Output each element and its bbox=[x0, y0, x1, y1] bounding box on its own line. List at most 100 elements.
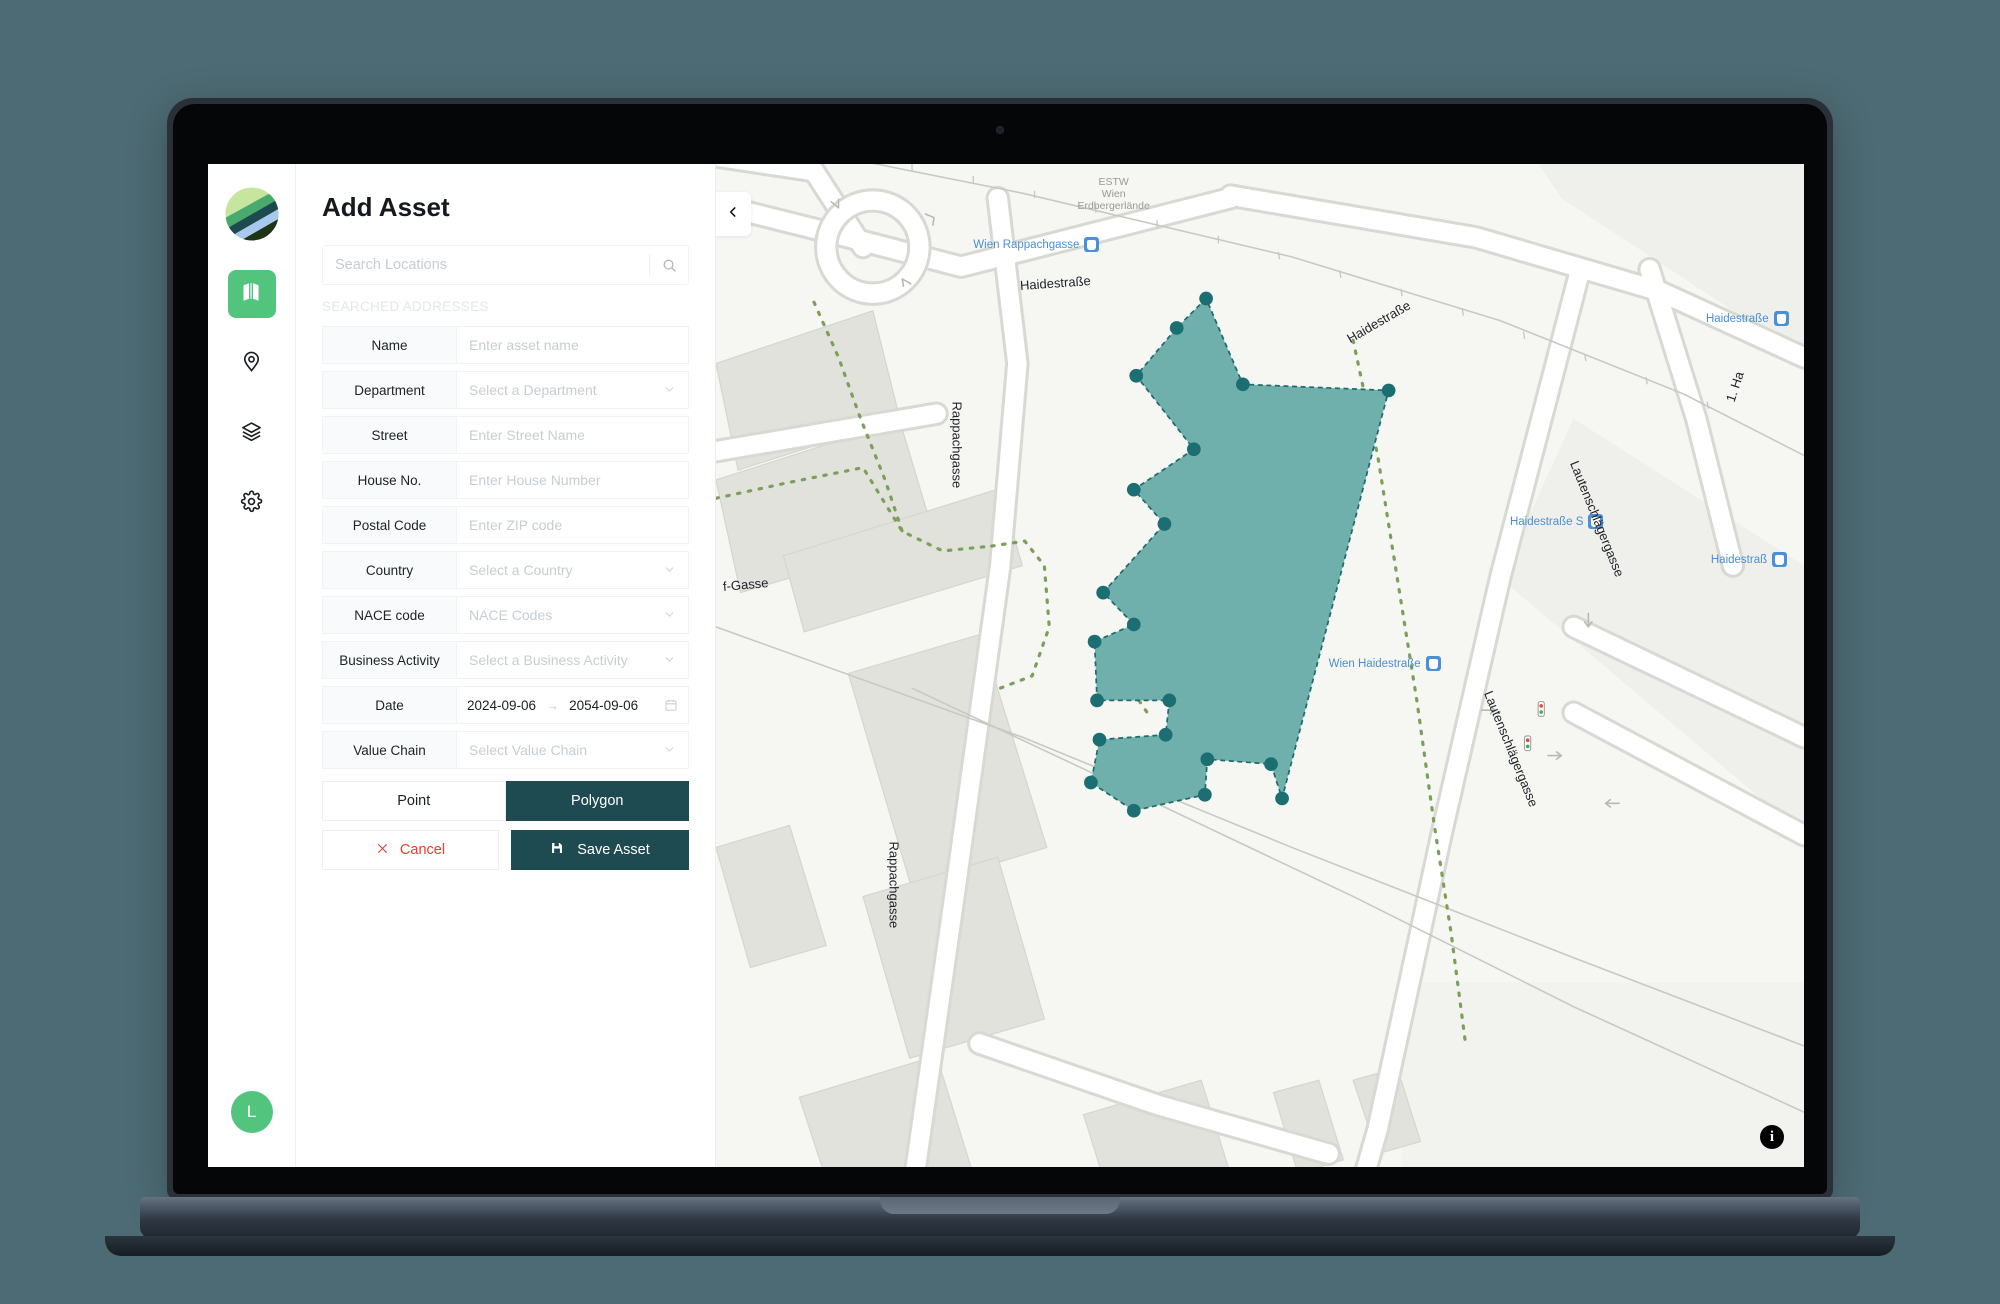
sidebar-item-settings[interactable] bbox=[228, 480, 276, 528]
field-placeholder-6: NACE Codes bbox=[469, 607, 553, 623]
save-icon bbox=[550, 841, 564, 859]
calendar-icon[interactable] bbox=[664, 698, 678, 712]
field-placeholder-7: Select a Business Activity bbox=[469, 652, 628, 668]
form-fields: Name Enter asset name Department Select a D… bbox=[322, 326, 689, 679]
field-placeholder-0: Enter asset name bbox=[469, 337, 579, 353]
field-input-7[interactable]: Select a Business Activity bbox=[456, 641, 689, 679]
geometry-type-toggle: Point Polygon bbox=[322, 781, 689, 821]
polygon-vertex-11[interactable] bbox=[1158, 727, 1173, 742]
save-asset-button[interactable]: Save Asset bbox=[511, 830, 689, 870]
field-label-7: Business Activity bbox=[322, 641, 456, 679]
search-locations-field[interactable] bbox=[322, 245, 689, 285]
sidebar-item-map[interactable] bbox=[227, 270, 276, 318]
field-input-0[interactable]: Enter asset name bbox=[456, 326, 689, 364]
date-end-value[interactable]: 2054-09-06 bbox=[569, 698, 638, 713]
polygon-vertex-6[interactable] bbox=[1096, 585, 1111, 600]
field-placeholder-5: Select a Country bbox=[469, 562, 573, 578]
polygon-vertex-15[interactable] bbox=[1198, 787, 1212, 802]
cancel-button[interactable]: Cancel bbox=[322, 830, 499, 870]
field-label-6: NACE code bbox=[322, 596, 456, 634]
field-input-value-chain[interactable]: Select Value Chain bbox=[456, 731, 689, 769]
field-placeholder-1: Select a Department bbox=[469, 382, 597, 398]
form-row-nace-code: NACE code NACE Codes bbox=[322, 596, 689, 634]
search-input[interactable] bbox=[323, 246, 649, 284]
field-input-4[interactable]: Enter ZIP code bbox=[456, 506, 689, 544]
cancel-button-label: Cancel bbox=[399, 842, 446, 858]
field-label-4: Postal Code bbox=[322, 506, 456, 544]
polygon-vertex-17[interactable] bbox=[1264, 757, 1278, 771]
form-row-date: Date 2024-09-06 → 2054-09-06 bbox=[322, 686, 689, 724]
field-input-2[interactable]: Enter Street Name bbox=[456, 416, 689, 454]
field-placeholder-2: Enter Street Name bbox=[469, 427, 585, 443]
polygon-vertex-9[interactable] bbox=[1090, 693, 1104, 708]
search-icon[interactable] bbox=[650, 246, 688, 284]
polygon-vertex-0[interactable] bbox=[1199, 291, 1213, 306]
field-label-value-chain: Value Chain bbox=[322, 731, 456, 769]
polygon-vertex-19[interactable] bbox=[1381, 383, 1396, 398]
field-input-3[interactable]: Enter House Number bbox=[456, 461, 689, 499]
map-info-button[interactable]: i bbox=[1760, 1125, 1784, 1149]
gear-icon bbox=[240, 490, 263, 518]
field-input-1[interactable]: Select a Department bbox=[456, 371, 689, 409]
brand-logo[interactable] bbox=[224, 186, 280, 242]
map-graphics bbox=[716, 164, 1804, 1167]
date-range-picker[interactable]: 2024-09-06 → 2054-09-06 bbox=[456, 686, 689, 724]
avatar[interactable]: L bbox=[230, 1091, 273, 1133]
chevron-down-icon bbox=[663, 563, 676, 578]
field-placeholder-4: Enter ZIP code bbox=[469, 517, 563, 533]
polygon-vertex-8[interactable] bbox=[1087, 634, 1102, 649]
collapse-panel-button[interactable] bbox=[716, 192, 751, 236]
polygon-vertex-10[interactable] bbox=[1162, 693, 1177, 708]
searched-addresses-label: SEARCHED ADDRESSES bbox=[322, 299, 489, 314]
form-row-name: Name Enter asset name bbox=[322, 326, 689, 364]
layers-icon bbox=[240, 420, 263, 448]
geometry-toggle-polygon-label: Polygon bbox=[571, 793, 624, 809]
laptop-base bbox=[140, 1197, 1860, 1239]
polygon-vertex-1[interactable] bbox=[1169, 321, 1184, 335]
chevron-down-icon bbox=[663, 743, 676, 758]
polygon-vertex-20[interactable] bbox=[1235, 377, 1250, 392]
polygon-vertex-12[interactable] bbox=[1092, 732, 1107, 747]
form-row-value-chain: Value Chain Select Value Chain bbox=[322, 731, 689, 769]
form-row-postal-code: Postal Code Enter ZIP code bbox=[322, 506, 689, 544]
add-asset-panel: Add Asset SEARCHED ADDRESSES Name Enter a… bbox=[296, 164, 716, 1167]
polygon-vertex-3[interactable] bbox=[1186, 442, 1201, 457]
location-pin-icon bbox=[240, 350, 263, 378]
form-row-street: Street Enter Street Name bbox=[322, 416, 689, 454]
sidebar-item-location[interactable] bbox=[228, 340, 276, 388]
laptop-frame: L Add Asset SEARCHED ADDRESSES NameEnt bbox=[167, 98, 1833, 1200]
sidebar-item-layers[interactable] bbox=[228, 410, 276, 458]
close-icon bbox=[376, 842, 389, 859]
form-row-house-no: House No. Enter House Number bbox=[322, 461, 689, 499]
geometry-toggle-point[interactable]: Point bbox=[322, 781, 506, 821]
map-canvas[interactable]: ESTW Wien Erdbergerlände Wien Rappachgass… bbox=[716, 164, 1804, 1167]
geometry-toggle-polygon[interactable]: Polygon bbox=[505, 781, 689, 821]
geometry-toggle-point-label: Point bbox=[397, 793, 431, 809]
field-label-2: Street bbox=[322, 416, 456, 454]
field-label-5: Country bbox=[322, 551, 456, 589]
field-input-6[interactable]: NACE Codes bbox=[456, 596, 689, 634]
form-row-country: Country Select a Country bbox=[322, 551, 689, 589]
field-label-3: House No. bbox=[322, 461, 456, 499]
polygon-vertex-18[interactable] bbox=[1275, 791, 1289, 806]
form-actions: Cancel Save Asset bbox=[322, 830, 689, 870]
field-label-1: Department bbox=[322, 371, 456, 409]
chevron-left-icon bbox=[726, 205, 740, 224]
polygon-vertex-14[interactable] bbox=[1126, 803, 1141, 818]
laptop-foot bbox=[105, 1236, 1895, 1256]
polygon-vertex-7[interactable] bbox=[1126, 617, 1141, 632]
polygon-vertex-4[interactable] bbox=[1126, 482, 1141, 497]
polygon-vertex-5[interactable] bbox=[1157, 517, 1172, 531]
field-placeholder-value-chain: Select Value Chain bbox=[469, 742, 588, 758]
polygon-vertex-13[interactable] bbox=[1084, 775, 1098, 790]
webcam-icon bbox=[996, 126, 1004, 134]
field-label-0: Name bbox=[322, 326, 456, 364]
field-input-5[interactable]: Select a Country bbox=[456, 551, 689, 589]
polygon-vertex-16[interactable] bbox=[1200, 752, 1215, 767]
page-title: Add Asset bbox=[322, 192, 450, 222]
chevron-down-icon bbox=[663, 653, 676, 668]
date-start-value[interactable]: 2024-09-06 bbox=[467, 698, 536, 713]
save-asset-button-label: Save Asset bbox=[577, 842, 650, 858]
polygon-vertex-2[interactable] bbox=[1129, 368, 1144, 383]
info-icon: i bbox=[1769, 1128, 1775, 1145]
